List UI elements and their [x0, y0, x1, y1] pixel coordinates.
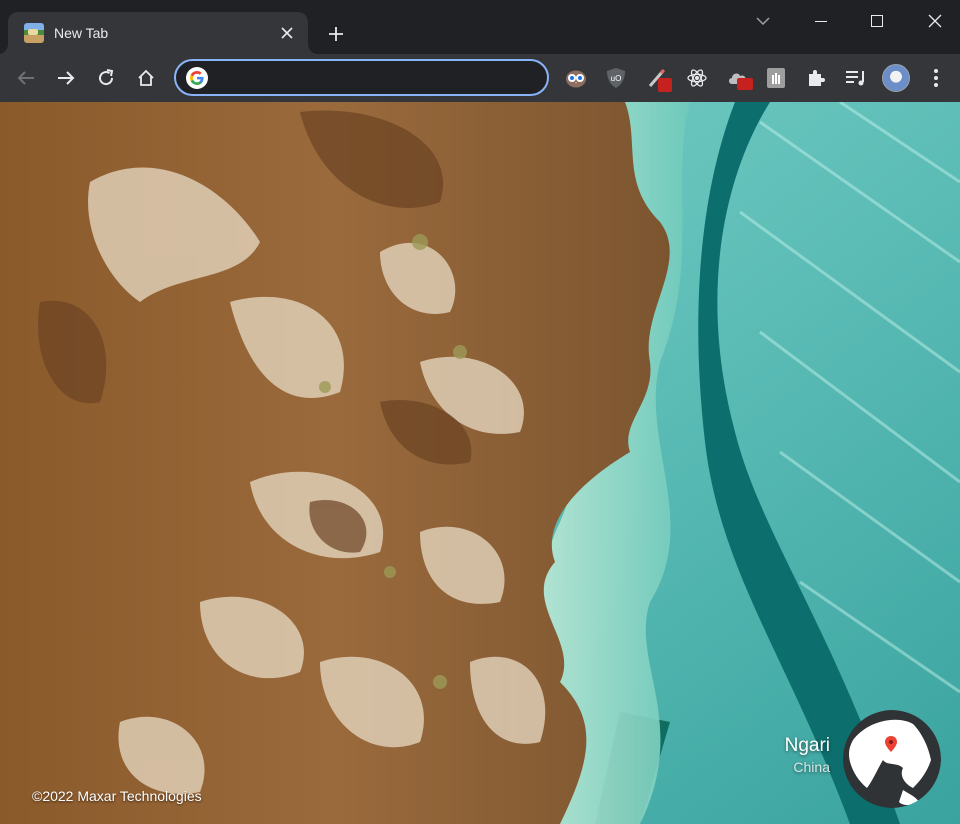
close-tab-button[interactable] — [276, 22, 298, 44]
kebab-menu-icon — [934, 69, 938, 87]
owl-extension-button[interactable] — [560, 62, 592, 94]
svg-text:uO: uO — [611, 74, 622, 83]
location-name: Ngari — [784, 735, 830, 756]
cloud-extension-button[interactable] — [722, 62, 754, 94]
react-devtools-button[interactable] — [681, 62, 713, 94]
home-icon — [138, 69, 154, 86]
puzzle-extensions-icon — [809, 70, 825, 86]
maximize-button[interactable] — [854, 6, 900, 36]
tab-strip: New Tab — [0, 0, 960, 54]
plus-icon — [329, 27, 343, 41]
location-label[interactable]: Ngari China — [785, 735, 830, 775]
close-window-button[interactable] — [912, 6, 958, 36]
forward-button[interactable] — [48, 60, 84, 96]
address-bar[interactable] — [174, 59, 549, 96]
new-tab-button[interactable] — [322, 20, 350, 48]
ublock-origin-button[interactable]: uO — [600, 62, 632, 94]
minimize-button[interactable] — [798, 6, 844, 36]
back-button[interactable] — [8, 60, 44, 96]
extension-badge — [658, 78, 672, 92]
extensions-menu-button[interactable] — [800, 62, 832, 94]
new-tab-page: ©2022 Maxar Technologies Ngari China — [0, 102, 960, 824]
satellite-background-image — [0, 102, 960, 824]
tab-title: New Tab — [54, 25, 109, 41]
chevron-down-icon — [756, 17, 770, 25]
forward-icon — [58, 71, 75, 85]
home-button[interactable] — [128, 60, 164, 96]
location-country: China — [793, 759, 830, 775]
ublock-origin-icon: uO — [607, 68, 625, 88]
globe-button[interactable] — [843, 710, 941, 808]
image-attribution[interactable]: ©2022 Maxar Technologies — [32, 788, 202, 804]
close-icon — [281, 27, 293, 39]
react-devtools-icon — [687, 69, 707, 87]
minimize-icon — [815, 20, 827, 22]
browser-toolbar: uO — [0, 54, 960, 102]
earth-view-favicon-icon — [24, 23, 44, 43]
reading-list-icon — [846, 71, 864, 86]
omnibox-input[interactable] — [208, 61, 547, 94]
owl-extension-icon — [566, 70, 586, 88]
reload-button[interactable] — [88, 60, 124, 96]
reading-list-button[interactable] — [840, 62, 872, 94]
tab-search-button[interactable] — [740, 6, 786, 36]
profile-avatar — [882, 64, 910, 92]
globe-icon — [843, 710, 941, 808]
profile-button[interactable] — [880, 62, 912, 94]
maximize-icon — [871, 15, 883, 27]
hand-extension-button[interactable] — [760, 62, 792, 94]
reload-icon — [99, 69, 114, 86]
google-g-icon — [186, 66, 208, 89]
hand-extension-icon — [767, 68, 785, 88]
tab-new-tab[interactable]: New Tab — [8, 12, 308, 54]
close-window-icon — [928, 14, 942, 28]
back-icon — [17, 71, 34, 85]
extension-badge — [737, 78, 753, 90]
pen-extension-button[interactable] — [642, 62, 674, 94]
chrome-menu-button[interactable] — [920, 62, 952, 94]
